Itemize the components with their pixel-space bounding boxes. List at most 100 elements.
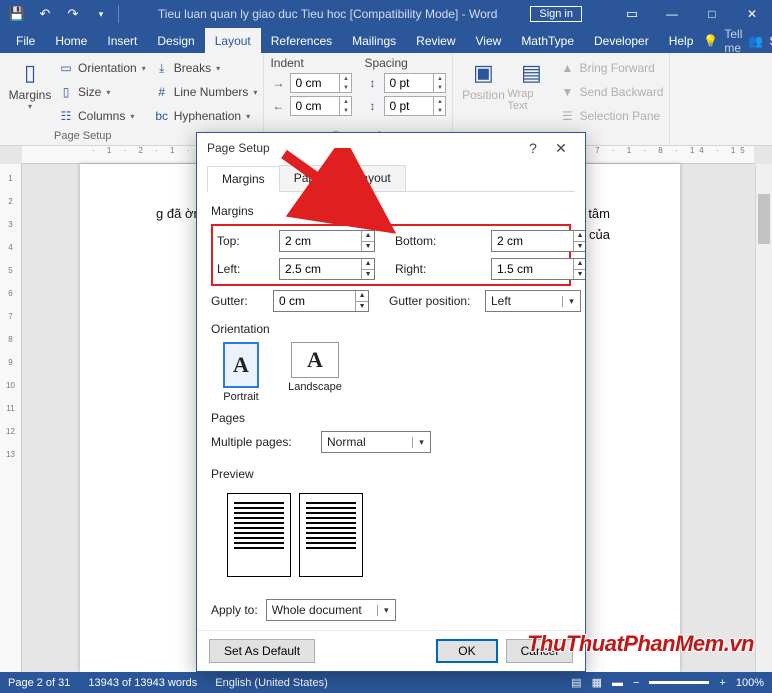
ruler-vertical[interactable]: 12345678910111213 <box>0 164 22 672</box>
ribbon-options-icon[interactable]: ▭ <box>612 0 652 28</box>
maximize-icon[interactable]: □ <box>692 0 732 28</box>
save-icon[interactable]: 💾 <box>4 2 30 26</box>
scrollbar-vertical[interactable] <box>755 164 772 672</box>
tab-design[interactable]: Design <box>147 28 204 53</box>
gutter-pos-label: Gutter position: <box>389 294 485 308</box>
watermark: ThuThuatPhanMem.vn <box>527 631 754 657</box>
bring-forward-button: ▲Bring Forward <box>559 58 663 78</box>
view-read-icon[interactable]: ▤ <box>571 676 581 689</box>
tab-review[interactable]: Review <box>406 28 465 53</box>
gutter-label: Gutter: <box>211 294 273 308</box>
spacing-before-icon: ↕ <box>364 76 380 90</box>
wrap-text-icon: ▤ <box>521 58 542 88</box>
breaks-button[interactable]: ⤓Breaks▾ <box>154 58 258 78</box>
portrait-icon: A <box>223 342 259 388</box>
orientation-icon: ▭ <box>58 61 74 75</box>
view-print-icon[interactable]: ▦ <box>592 676 602 689</box>
dialog-close-icon[interactable]: ✕ <box>547 140 575 157</box>
scroll-thumb[interactable] <box>758 194 770 244</box>
wrap-text-button: ▤Wrap Text <box>507 56 555 144</box>
hyphenation-button[interactable]: bcHyphenation▾ <box>154 106 258 126</box>
indent-right-field[interactable]: ←▲▼ <box>270 96 352 116</box>
apply-to-combo[interactable]: Whole document▾ <box>266 599 396 621</box>
lightbulb-icon: 💡 <box>703 34 718 48</box>
tab-references[interactable]: References <box>261 28 342 53</box>
orientation-landscape[interactable]: A Landscape <box>285 342 345 403</box>
tab-home[interactable]: Home <box>45 28 97 53</box>
orientation-portrait[interactable]: A Portrait <box>211 342 271 403</box>
status-page[interactable]: Page 2 of 31 <box>8 677 70 689</box>
left-label: Left: <box>217 262 279 276</box>
signin-button[interactable]: Sign in <box>530 6 582 22</box>
section-margins: Margins <box>211 204 571 218</box>
redo-icon[interactable]: ↷ <box>60 2 86 26</box>
columns-icon: ☷ <box>58 109 74 123</box>
zoom-level[interactable]: 100% <box>736 677 764 689</box>
status-language[interactable]: English (United States) <box>215 677 328 689</box>
selection-pane-button: ☰Selection Pane <box>559 106 663 126</box>
orientation-button[interactable]: ▭Orientation▾ <box>58 58 146 78</box>
zoom-slider[interactable] <box>649 681 709 684</box>
tab-mathtype[interactable]: MathType <box>511 28 584 53</box>
view-web-icon[interactable]: ▬ <box>612 677 623 689</box>
indent-left-icon: → <box>270 76 286 90</box>
tell-me[interactable]: Tell me <box>724 27 742 55</box>
preview-page <box>299 493 363 577</box>
top-field[interactable]: ▲▼ <box>279 230 375 252</box>
bottom-field[interactable]: ▲▼ <box>491 230 585 252</box>
zoom-in-icon[interactable]: + <box>719 677 725 689</box>
minimize-icon[interactable]: — <box>652 0 692 28</box>
tab-developer[interactable]: Developer <box>584 28 659 53</box>
send-backward-icon: ▼ <box>559 85 575 99</box>
spin-up-icon[interactable]: ▲ <box>362 231 374 242</box>
window-title: Tieu luan quan ly giao duc Tieu hoc [Com… <box>125 7 530 21</box>
tab-insert[interactable]: Insert <box>97 28 147 53</box>
position-icon: ▣ <box>473 58 494 88</box>
multiple-pages-combo[interactable]: Normal▾ <box>321 431 431 453</box>
dlg-tab-paper[interactable]: Paper <box>279 165 341 191</box>
columns-button[interactable]: ☷Columns▾ <box>58 106 146 126</box>
undo-icon[interactable]: ↶ <box>32 2 58 26</box>
send-backward-button: ▼Send Backward <box>559 82 663 102</box>
right-field[interactable]: ▲▼ <box>491 258 585 280</box>
line-numbers-button[interactable]: #Line Numbers▾ <box>154 82 258 102</box>
multiple-pages-label: Multiple pages: <box>211 435 311 449</box>
chevron-down-icon[interactable]: ▾ <box>377 605 395 616</box>
gutter-pos-combo[interactable]: Left▾ <box>485 290 581 312</box>
bring-forward-icon: ▲ <box>559 61 575 75</box>
preview-page <box>227 493 291 577</box>
status-words[interactable]: 13943 of 13943 words <box>88 677 197 689</box>
top-label: Top: <box>217 234 279 248</box>
section-preview: Preview <box>211 467 571 481</box>
size-button[interactable]: ▯Size▾ <box>58 82 146 102</box>
spacing-before-field[interactable]: ↕▲▼ <box>364 73 446 93</box>
spacing-after-field[interactable]: ↕▲▼ <box>364 96 446 116</box>
dlg-tab-margins[interactable]: Margins <box>207 166 280 192</box>
tab-layout[interactable]: Layout <box>205 28 261 53</box>
close-icon[interactable]: ✕ <box>732 0 772 28</box>
tab-file[interactable]: File <box>6 28 45 53</box>
tab-mailings[interactable]: Mailings <box>342 28 406 53</box>
chevron-down-icon[interactable]: ▾ <box>412 437 430 448</box>
gutter-field[interactable]: ▲▼ <box>273 290 369 312</box>
apply-to-label: Apply to: <box>211 603 258 617</box>
right-label: Right: <box>395 262 491 276</box>
spacing-after-icon: ↕ <box>364 99 380 113</box>
dlg-tab-layout[interactable]: Layout <box>340 165 406 191</box>
dialog-title: Page Setup <box>207 141 270 155</box>
spin-down-icon[interactable]: ▼ <box>362 242 374 252</box>
indent-label: Indent <box>270 56 352 70</box>
tab-view[interactable]: View <box>466 28 512 53</box>
ok-button[interactable]: OK <box>436 639 497 663</box>
bottom-label: Bottom: <box>395 234 491 248</box>
tab-help[interactable]: Help <box>659 28 704 53</box>
margins-button[interactable]: ▯ Margins ▾ <box>6 56 54 144</box>
qat-customize-icon[interactable]: ▾ <box>88 2 114 26</box>
dialog-help-icon[interactable]: ? <box>519 140 547 156</box>
left-field[interactable]: ▲▼ <box>279 258 375 280</box>
highlight-box: Top: ▲▼ Bottom: ▲▼ Left: ▲▼ Right: ▲▼ <box>211 224 571 286</box>
indent-left-field[interactable]: →▲▼ <box>270 73 352 93</box>
zoom-out-icon[interactable]: − <box>633 677 639 689</box>
chevron-down-icon[interactable]: ▾ <box>562 296 580 307</box>
set-default-button[interactable]: Set As Default <box>209 639 315 663</box>
